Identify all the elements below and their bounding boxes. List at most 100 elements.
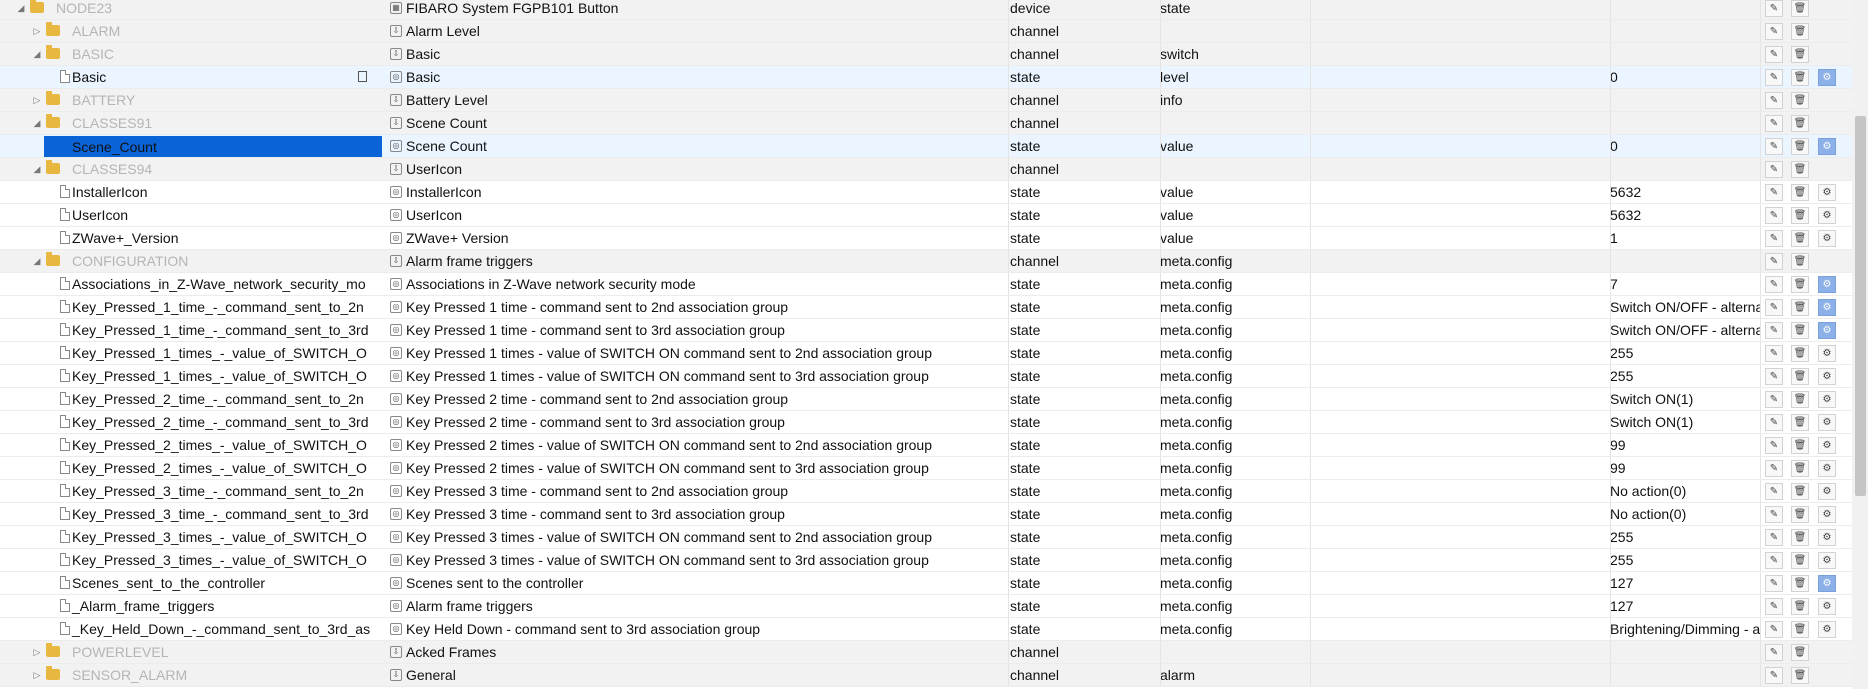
object-id-cell[interactable]: ▷ ALARM (0, 20, 383, 43)
object-id-cell[interactable]: ZWave+_Version (0, 227, 383, 250)
table-row[interactable]: Key_Pressed_2_times_-_value_of_SWITCH_O ◎… (0, 457, 1852, 480)
object-id-cell[interactable]: ◢ CONFIGURATION (0, 250, 383, 273)
delete-icon[interactable]: 🗑 (1791, 575, 1809, 592)
delete-icon[interactable]: 🗑 (1791, 115, 1809, 132)
delete-icon[interactable]: 🗑 (1791, 161, 1809, 178)
table-row[interactable]: Key_Pressed_1_times_-_value_of_SWITCH_O ◎… (0, 342, 1852, 365)
table-row[interactable]: ▷ SENSOR_ALARM ⇩ General channel alarm ✎ 🗑 (0, 664, 1852, 687)
settings-gear-icon[interactable]: ⚙ (1818, 322, 1836, 339)
table-row[interactable]: Key_Pressed_2_times_-_value_of_SWITCH_O ◎… (0, 434, 1852, 457)
table-row[interactable]: Key_Pressed_2_time_-_command_sent_to_2n ◎… (0, 388, 1852, 411)
table-row[interactable]: ◢ CLASSES94 ⇩ UserIcon channel ✎ 🗑 (0, 158, 1852, 181)
collapse-arrow-icon[interactable]: ◢ (32, 250, 42, 272)
object-id-cell[interactable]: ▷ BATTERY (0, 89, 383, 112)
delete-icon[interactable]: 🗑 (1791, 69, 1809, 86)
expand-arrow-icon[interactable]: ▷ (32, 89, 42, 111)
delete-icon[interactable]: 🗑 (1791, 644, 1809, 661)
delete-icon[interactable]: 🗑 (1791, 230, 1809, 247)
settings-gear-icon[interactable]: ⚙ (1818, 460, 1836, 477)
settings-gear-icon[interactable]: ⚙ (1818, 230, 1836, 247)
delete-icon[interactable]: 🗑 (1791, 253, 1809, 270)
delete-icon[interactable]: 🗑 (1791, 460, 1809, 477)
settings-gear-icon[interactable]: ⚙ (1818, 437, 1836, 454)
edit-icon[interactable]: ✎ (1765, 621, 1783, 638)
settings-gear-icon[interactable]: ⚙ (1818, 483, 1836, 500)
object-id-cell[interactable]: ◢ NODE23 (0, 0, 383, 20)
delete-icon[interactable]: 🗑 (1791, 299, 1809, 316)
object-id-cell[interactable]: Key_Pressed_2_time_-_command_sent_to_2n (0, 388, 383, 411)
edit-icon[interactable]: ✎ (1765, 368, 1783, 385)
table-row[interactable]: ▷ POWERLEVEL ⇩ Acked Frames channel ✎ 🗑 (0, 641, 1852, 664)
table-row[interactable]: ◢ CONFIGURATION ⇩ Alarm frame triggers chann… (0, 250, 1852, 273)
table-row[interactable]: ▷ ALARM ⇩ Alarm Level channel ✎ 🗑 (0, 20, 1852, 43)
settings-gear-icon[interactable]: ⚙ (1818, 138, 1836, 155)
table-row[interactable]: Key_Pressed_1_times_-_value_of_SWITCH_O ◎… (0, 365, 1852, 388)
table-row[interactable]: ◢ BASIC ⇩ Basic channel switch ✎ 🗑 (0, 43, 1852, 66)
settings-gear-icon[interactable]: ⚙ (1818, 69, 1836, 86)
object-id-cell[interactable]: Scenes_sent_to_the_controller (0, 572, 383, 595)
object-id-cell[interactable]: _Alarm_frame_triggers (0, 595, 383, 618)
delete-icon[interactable]: 🗑 (1791, 276, 1809, 293)
object-id-cell[interactable]: Key_Pressed_1_time_-_command_sent_to_3rd (0, 319, 383, 342)
object-id-cell[interactable]: Key_Pressed_3_time_-_command_sent_to_3rd (0, 503, 383, 526)
edit-icon[interactable]: ✎ (1765, 184, 1783, 201)
collapse-arrow-icon[interactable]: ◢ (32, 43, 42, 65)
delete-icon[interactable]: 🗑 (1791, 391, 1809, 408)
object-id-cell[interactable]: Key_Pressed_3_time_-_command_sent_to_2n (0, 480, 383, 503)
delete-icon[interactable]: 🗑 (1791, 667, 1809, 684)
settings-gear-icon[interactable]: ⚙ (1818, 207, 1836, 224)
table-row[interactable]: Key_Pressed_1_time_-_command_sent_to_3rd… (0, 319, 1852, 342)
table-row[interactable]: InstallerIcon ◎ InstallerIcon state value 563… (0, 181, 1852, 204)
edit-icon[interactable]: ✎ (1765, 322, 1783, 339)
object-id-cell[interactable]: ▷ POWERLEVEL (0, 641, 383, 664)
edit-icon[interactable]: ✎ (1765, 460, 1783, 477)
delete-icon[interactable]: 🗑 (1791, 345, 1809, 362)
delete-icon[interactable]: 🗑 (1791, 0, 1809, 17)
edit-icon[interactable]: ✎ (1765, 23, 1783, 40)
settings-gear-icon[interactable]: ⚙ (1818, 552, 1836, 569)
object-id-cell[interactable]: Key_Pressed_2_times_-_value_of_SWITCH_O (0, 434, 383, 457)
edit-icon[interactable]: ✎ (1765, 391, 1783, 408)
table-row[interactable]: ▷ BATTERY ⇩ Battery Level channel info ✎ 🗑 (0, 89, 1852, 112)
object-id-cell[interactable]: Key_Pressed_3_times_-_value_of_SWITCH_O (0, 526, 383, 549)
table-row[interactable]: Key_Pressed_1_time_-_command_sent_to_2n ◎… (0, 296, 1852, 319)
object-id-cell[interactable]: Key_Pressed_2_times_-_value_of_SWITCH_O (0, 457, 383, 480)
scrollbar-thumb[interactable] (1855, 116, 1866, 496)
settings-gear-icon[interactable]: ⚙ (1818, 529, 1836, 546)
object-id-cell[interactable]: Key_Pressed_1_times_-_value_of_SWITCH_O (0, 342, 383, 365)
delete-icon[interactable]: 🗑 (1791, 598, 1809, 615)
edit-icon[interactable]: ✎ (1765, 230, 1783, 247)
edit-icon[interactable]: ✎ (1765, 0, 1783, 17)
settings-gear-icon[interactable]: ⚙ (1818, 414, 1836, 431)
edit-icon[interactable]: ✎ (1765, 46, 1783, 63)
collapse-arrow-icon[interactable]: ◢ (32, 112, 42, 134)
table-row[interactable]: Scene_Count ◎ Scene Count state value 0 ✎ 🗑 ⚙ (0, 135, 1852, 158)
edit-icon[interactable]: ✎ (1765, 667, 1783, 684)
settings-gear-icon[interactable]: ⚙ (1818, 506, 1836, 523)
table-row[interactable]: ◢ CLASSES91 ⇩ Scene Count channel ✎ 🗑 (0, 112, 1852, 135)
delete-icon[interactable]: 🗑 (1791, 437, 1809, 454)
table-row[interactable]: Scenes_sent_to_the_controller ◎ Scenes sen… (0, 572, 1852, 595)
object-id-cell[interactable]: ◢ BASIC (0, 43, 383, 66)
settings-gear-icon[interactable]: ⚙ (1818, 621, 1836, 638)
edit-icon[interactable]: ✎ (1765, 552, 1783, 569)
edit-icon[interactable]: ✎ (1765, 437, 1783, 454)
settings-gear-icon[interactable]: ⚙ (1818, 345, 1836, 362)
object-id-cell[interactable]: ◢ CLASSES94 (0, 158, 383, 181)
delete-icon[interactable]: 🗑 (1791, 506, 1809, 523)
delete-icon[interactable]: 🗑 (1791, 552, 1809, 569)
delete-icon[interactable]: 🗑 (1791, 92, 1809, 109)
edit-icon[interactable]: ✎ (1765, 92, 1783, 109)
object-id-cell[interactable]: Scene_Count (0, 135, 383, 158)
table-row[interactable]: Key_Pressed_3_time_-_command_sent_to_3rd… (0, 503, 1852, 526)
object-id-cell[interactable]: Key_Pressed_1_times_-_value_of_SWITCH_O (0, 365, 383, 388)
settings-gear-icon[interactable]: ⚙ (1818, 184, 1836, 201)
delete-icon[interactable]: 🗑 (1791, 46, 1809, 63)
object-id-cell[interactable]: InstallerIcon (0, 181, 383, 204)
edit-icon[interactable]: ✎ (1765, 115, 1783, 132)
table-row[interactable]: _Alarm_frame_triggers ◎ Alarm frame trigge… (0, 595, 1852, 618)
table-row[interactable]: Key_Pressed_3_time_-_command_sent_to_2n ◎… (0, 480, 1852, 503)
edit-icon[interactable]: ✎ (1765, 598, 1783, 615)
delete-icon[interactable]: 🗑 (1791, 322, 1809, 339)
expand-arrow-icon[interactable]: ▷ (32, 641, 42, 663)
